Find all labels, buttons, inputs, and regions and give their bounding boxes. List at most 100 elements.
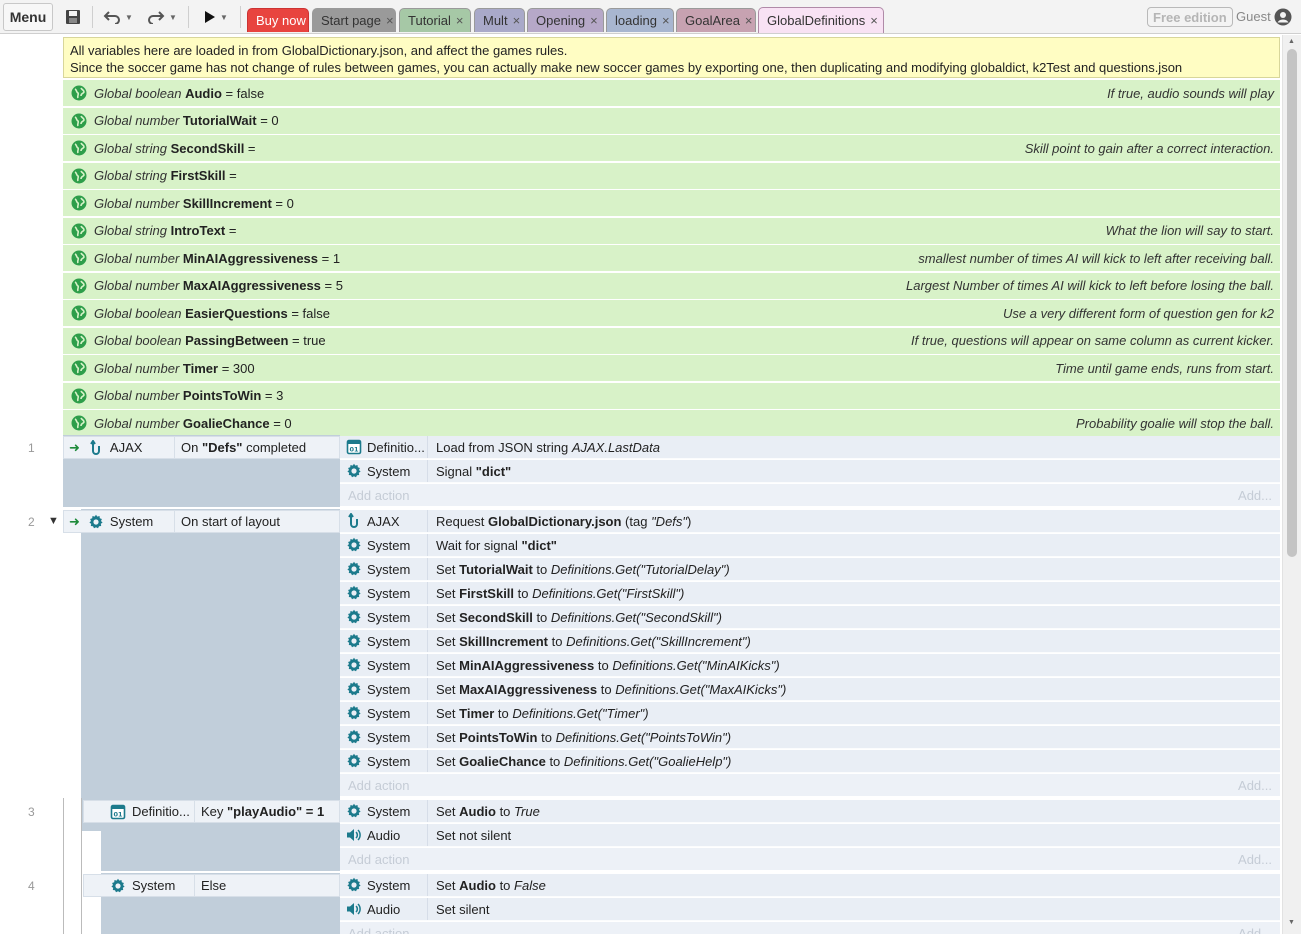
action-row[interactable]: System Set FirstSkill to Definitions.Get(… bbox=[340, 582, 1280, 605]
global-variable-row[interactable]: Global number GoalieChance = 0 Probabilit… bbox=[63, 410, 1280, 437]
tab-start-page[interactable]: Start page × bbox=[312, 8, 396, 32]
close-icon[interactable]: × bbox=[662, 13, 670, 28]
action-row[interactable]: System Wait for signal "dict" bbox=[340, 534, 1280, 557]
action-row[interactable]: Audio Set not silent bbox=[340, 824, 1280, 847]
global-variable-row[interactable]: Global string FirstSkill = bbox=[63, 162, 1280, 190]
dictionary-icon: 01 bbox=[346, 439, 362, 455]
add-action-link[interactable]: Add action bbox=[340, 778, 409, 793]
redo-button[interactable]: ▼ bbox=[142, 3, 182, 31]
global-variable-row[interactable]: Global number Timer = 300 Time until game… bbox=[63, 355, 1280, 382]
action-object: System bbox=[340, 630, 428, 652]
action-row[interactable]: Audio Set silent bbox=[340, 898, 1280, 921]
tab-label: GlobalDefinitions bbox=[767, 13, 866, 28]
gear-icon bbox=[347, 729, 361, 744]
add-more-link[interactable]: Add... bbox=[1238, 852, 1272, 867]
action-row[interactable]: System Set GoalieChance to Definitions.Ge… bbox=[340, 750, 1280, 773]
variable-value: = false bbox=[287, 305, 330, 321]
global-variable-row[interactable]: Global number TutorialWait = 0 bbox=[63, 107, 1280, 135]
action-object: System bbox=[340, 874, 428, 896]
tree-line bbox=[81, 798, 82, 934]
globe-icon bbox=[71, 223, 87, 238]
collapse-toggle-icon[interactable]: ▼ bbox=[48, 515, 59, 527]
tab-goalarea[interactable]: GoalArea × bbox=[676, 8, 756, 32]
variable-comment: What the lion will say to start. bbox=[1105, 223, 1274, 238]
tab-opening[interactable]: Opening × bbox=[527, 8, 604, 32]
global-variable-row[interactable]: Global string SecondSkill = Skill point t… bbox=[63, 135, 1280, 162]
action-object: System bbox=[340, 582, 428, 604]
close-icon[interactable]: × bbox=[870, 13, 878, 28]
event-3-condition[interactable]: 01 Definitio... Key "playAudio" = 1 bbox=[83, 800, 340, 823]
add-action-link[interactable]: Add action bbox=[340, 488, 409, 503]
action-text: Set TutorialWait to Definitions.Get("Tut… bbox=[436, 561, 730, 577]
tab-loading[interactable]: loading × bbox=[606, 8, 674, 32]
add-action-link[interactable]: Add action bbox=[340, 852, 409, 867]
global-variable-row[interactable]: Global number MaxAIAggressiveness = 5 Lar… bbox=[63, 272, 1280, 300]
action-row[interactable]: System Set Audio to True bbox=[340, 800, 1280, 823]
action-object: System bbox=[340, 534, 428, 556]
global-variable-row[interactable]: Global number PointsToWin = 3 bbox=[63, 382, 1280, 410]
scroll-up-icon[interactable]: ▲ bbox=[1288, 38, 1295, 45]
close-icon[interactable]: × bbox=[386, 13, 394, 28]
preview-button[interactable]: ▼ bbox=[196, 3, 236, 31]
menu-button[interactable]: Menu bbox=[3, 3, 53, 31]
action-row[interactable]: System Set MaxAIAggressiveness to Definit… bbox=[340, 678, 1280, 701]
vertical-scrollbar[interactable]: ▲ ▼ bbox=[1282, 35, 1301, 934]
scroll-down-icon[interactable]: ▼ bbox=[1288, 919, 1295, 926]
user-name[interactable]: Guest bbox=[1236, 9, 1271, 24]
close-icon[interactable]: × bbox=[456, 13, 464, 28]
gear-icon bbox=[347, 537, 361, 552]
action-object-name: System bbox=[367, 705, 411, 721]
scrollbar-thumb[interactable] bbox=[1287, 49, 1297, 557]
gear-icon bbox=[111, 878, 125, 892]
variable-type: Global number bbox=[94, 113, 180, 128]
action-row[interactable]: System Set Timer to Definitions.Get("Time… bbox=[340, 702, 1280, 725]
action-row[interactable]: System Set Audio to False bbox=[340, 874, 1280, 897]
close-icon[interactable]: × bbox=[745, 13, 753, 28]
global-variable-row[interactable]: Global boolean EasierQuestions = false Us… bbox=[63, 300, 1280, 327]
action-object-name: System bbox=[367, 877, 411, 893]
condition-object-name: Definitio... bbox=[132, 804, 190, 819]
tab-tutorial[interactable]: Tutorial × bbox=[399, 8, 471, 32]
action-row[interactable]: System Signal "dict" bbox=[340, 460, 1280, 483]
redo-icon bbox=[148, 11, 165, 24]
tab-buy-now[interactable]: Buy now bbox=[247, 8, 309, 32]
event-sheet: All variables here are loaded in from Gl… bbox=[0, 35, 1301, 934]
undo-button[interactable]: ▼ bbox=[98, 3, 138, 31]
add-more-link[interactable]: Add... bbox=[1238, 926, 1272, 934]
action-row[interactable]: System Set SecondSkill to Definitions.Get… bbox=[340, 606, 1280, 629]
globe-icon bbox=[71, 195, 87, 211]
global-variable-row[interactable]: Global number MinAIAggressiveness = 1 sma… bbox=[63, 245, 1280, 272]
free-edition-badge[interactable]: Free edition bbox=[1147, 7, 1233, 27]
action-row[interactable]: System Set TutorialWait to Definitions.Ge… bbox=[340, 558, 1280, 581]
toolbar-divider bbox=[92, 6, 93, 28]
add-more-link[interactable]: Add... bbox=[1238, 488, 1272, 503]
save-button[interactable] bbox=[58, 3, 88, 31]
variable-name: MaxAIAggressiveness bbox=[182, 278, 321, 293]
globe-icon bbox=[71, 140, 87, 156]
action-row[interactable]: 01 Definitio... Load from JSON string AJAX… bbox=[340, 436, 1280, 459]
close-icon[interactable]: × bbox=[513, 13, 521, 28]
close-icon[interactable]: × bbox=[590, 13, 598, 28]
global-variable-row[interactable]: Global number SkillIncrement = 0 bbox=[63, 190, 1280, 217]
tab-globaldefinitions[interactable]: GlobalDefinitions × bbox=[758, 7, 884, 33]
add-more-link[interactable]: Add... bbox=[1238, 778, 1272, 793]
variable-name: PointsToWin bbox=[182, 388, 262, 403]
add-action-link[interactable]: Add action bbox=[340, 926, 409, 934]
action-row[interactable]: System Set PointsToWin to Definitions.Get… bbox=[340, 726, 1280, 749]
event-1-condition[interactable]: ➜ AJAX On "Defs" completed bbox=[63, 436, 340, 459]
comment-line: All variables here are loaded in from Gl… bbox=[70, 43, 568, 58]
variable-comment: Probability goalie will stop the ball. bbox=[1076, 415, 1274, 431]
gear-icon bbox=[347, 681, 361, 696]
global-variable-row[interactable]: Global boolean PassingBetween = true If t… bbox=[63, 327, 1280, 355]
user-icon[interactable] bbox=[1274, 8, 1292, 26]
event-2-block[interactable] bbox=[81, 509, 340, 831]
comment-block[interactable]: All variables here are loaded in from Gl… bbox=[63, 37, 1280, 78]
action-row[interactable]: System Set SkillIncrement to Definitions.… bbox=[340, 630, 1280, 653]
global-variable-row[interactable]: Global boolean Audio = false If true, aud… bbox=[63, 80, 1280, 107]
action-row[interactable]: AJAX Request GlobalDictionary.json (tag "… bbox=[340, 510, 1280, 533]
event-4-condition[interactable]: System Else bbox=[83, 874, 340, 897]
tab-mult[interactable]: Mult × bbox=[474, 8, 525, 32]
global-variable-row[interactable]: Global string IntroText = What the lion w… bbox=[63, 217, 1280, 245]
event-2-condition[interactable]: ➜ System On start of layout bbox=[63, 510, 340, 533]
action-row[interactable]: System Set MinAIAggressiveness to Definit… bbox=[340, 654, 1280, 677]
